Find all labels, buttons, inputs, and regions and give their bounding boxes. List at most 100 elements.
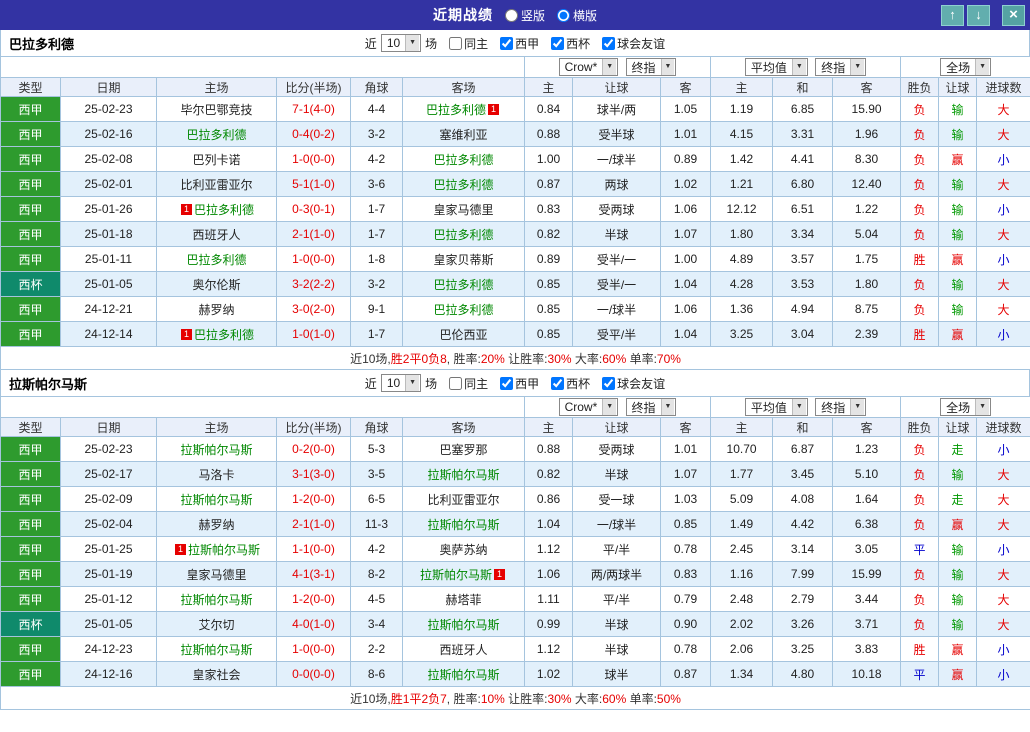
bookmaker-select[interactable]: Crow* ▼ <box>558 58 619 76</box>
filter-same-home[interactable]: 同主 <box>449 375 488 392</box>
home-team[interactable]: 巴拉多利德 <box>194 203 254 217</box>
away-team[interactable]: 拉斯帕尔马斯 <box>427 518 499 532</box>
same-home-checkbox[interactable] <box>449 376 463 390</box>
move-up-button[interactable]: ↑ <box>941 4 964 26</box>
laliga-checkbox[interactable] <box>500 36 514 50</box>
layout-radio-horizontal[interactable]: 横版 <box>557 7 597 24</box>
away-team[interactable]: 皇家马德里 <box>433 203 493 217</box>
layout-radio-vertical[interactable]: 竖版 <box>504 7 545 24</box>
home-team[interactable]: 巴拉多利德 <box>186 128 246 142</box>
match-date: 25-01-05 <box>60 611 157 637</box>
match-result: 负 <box>900 171 940 197</box>
asian-away-odds: 1.01 <box>659 436 712 462</box>
home-team[interactable]: 拉斯帕尔马斯 <box>180 593 252 607</box>
close-button[interactable]: × <box>1002 4 1025 26</box>
away-team[interactable]: 巴塞罗那 <box>439 443 487 457</box>
away-team[interactable]: 赫塔菲 <box>445 593 481 607</box>
move-down-button[interactable]: ↓ <box>967 4 990 26</box>
league-cell: 西甲 <box>0 171 61 197</box>
euro-home-odds: 1.49 <box>710 511 774 537</box>
away-team[interactable]: 皇家贝蒂斯 <box>433 253 493 267</box>
vertical-radio-input[interactable] <box>504 8 518 22</box>
asian-home-odds: 0.85 <box>524 271 573 297</box>
home-team[interactable]: 赫罗纳 <box>198 303 234 317</box>
euro-stage-select[interactable]: 终指 ▼ <box>815 58 867 76</box>
league-cell: 西甲 <box>0 511 61 537</box>
away-team[interactable]: 巴拉多利德 <box>433 303 493 317</box>
col-result: 胜负 <box>900 77 940 97</box>
filter-laliga[interactable]: 西甲 <box>500 35 539 52</box>
match-date: 25-02-04 <box>60 511 157 537</box>
away-team[interactable]: 塞维利亚 <box>439 128 487 142</box>
away-team[interactable]: 巴拉多利德 <box>433 153 493 167</box>
friendly-checkbox[interactable] <box>602 36 616 50</box>
euro-draw-odds: 7.99 <box>772 561 834 587</box>
euro-source-select[interactable]: 平均值 ▼ <box>744 398 808 416</box>
dropdown-arrow-icon: ▼ <box>791 59 806 75</box>
asian-stage-select[interactable]: 终指 ▼ <box>625 398 677 416</box>
home-team[interactable]: 皇家社会 <box>192 668 240 682</box>
away-team[interactable]: 巴拉多利德 <box>433 228 493 242</box>
euro-stage-select[interactable]: 终指 ▼ <box>815 398 867 416</box>
away-team[interactable]: 巴伦西亚 <box>439 328 487 342</box>
away-team[interactable]: 巴拉多利德 <box>433 178 493 192</box>
match-count-select[interactable]: 10 ▼ <box>380 34 422 52</box>
asian-home-odds: 0.85 <box>524 321 573 347</box>
league-cell: 西杯 <box>0 271 61 297</box>
same-home-checkbox[interactable] <box>449 36 463 50</box>
home-team[interactable]: 赫罗纳 <box>198 518 234 532</box>
laliga-checkbox[interactable] <box>500 376 514 390</box>
euro-source-select[interactable]: 平均值 ▼ <box>744 58 808 76</box>
home-team[interactable]: 拉斯帕尔马斯 <box>188 543 260 557</box>
league-cell: 西甲 <box>0 461 61 487</box>
home-team[interactable]: 拉斯帕尔马斯 <box>180 643 252 657</box>
filter-copa[interactable]: 西杯 <box>551 375 590 392</box>
home-team[interactable]: 艾尔切 <box>198 618 234 632</box>
horizontal-radio-input[interactable] <box>557 8 570 22</box>
home-team[interactable]: 西班牙人 <box>192 228 240 242</box>
home-team[interactable]: 马洛卡 <box>198 468 234 482</box>
home-team[interactable]: 巴列卡诺 <box>192 153 240 167</box>
scope-select[interactable]: 全场 ▼ <box>940 398 992 416</box>
filter-friendly[interactable]: 球会友谊 <box>602 35 665 52</box>
home-red-card-badge: 1 <box>180 328 192 340</box>
asian-handicap-line: 一/球半 <box>572 296 661 322</box>
away-team[interactable]: 巴拉多利德 <box>433 278 493 292</box>
friendly-checkbox[interactable] <box>602 376 616 390</box>
home-team[interactable]: 比利亚雷亚尔 <box>180 178 252 192</box>
filter-friendly[interactable]: 球会友谊 <box>602 375 665 392</box>
home-team[interactable]: 巴拉多利德 <box>186 253 246 267</box>
match-date: 25-01-18 <box>60 221 157 247</box>
corners: 8-2 <box>350 561 403 587</box>
asian-stage-select[interactable]: 终指 ▼ <box>625 58 677 76</box>
filter-same-home[interactable]: 同主 <box>449 35 488 52</box>
copa-checkbox[interactable] <box>551 376 565 390</box>
match-result: 平 <box>900 536 940 562</box>
home-team[interactable]: 拉斯帕尔马斯 <box>180 443 252 457</box>
away-team[interactable]: 比利亚雷亚尔 <box>427 493 499 507</box>
scope-select[interactable]: 全场 ▼ <box>940 58 992 76</box>
away-team[interactable]: 巴拉多利德 <box>426 103 486 117</box>
away-team[interactable]: 西班牙人 <box>439 643 487 657</box>
filter-laliga[interactable]: 西甲 <box>500 375 539 392</box>
away-team[interactable]: 奥萨苏纳 <box>439 543 487 557</box>
filter-copa[interactable]: 西杯 <box>551 35 590 52</box>
home-team[interactable]: 皇家马德里 <box>186 568 246 582</box>
titlebar-center: 近期战绩 竖版 横版 <box>0 5 1030 25</box>
home-team[interactable]: 拉斯帕尔马斯 <box>180 493 252 507</box>
asian-away-odds: 1.03 <box>659 486 712 512</box>
euro-away-odds: 1.80 <box>832 271 902 297</box>
away-team[interactable]: 拉斯帕尔马斯 <box>420 568 492 582</box>
home-team[interactable]: 奥尔伦斯 <box>192 278 240 292</box>
copa-checkbox[interactable] <box>551 36 565 50</box>
asian-home-odds: 1.02 <box>524 661 573 687</box>
away-team[interactable]: 拉斯帕尔马斯 <box>427 618 499 632</box>
asian-away-odds: 0.90 <box>659 611 712 637</box>
away-team[interactable]: 拉斯帕尔马斯 <box>427 468 499 482</box>
match-count-select[interactable]: 10 ▼ <box>380 374 422 392</box>
away-team[interactable]: 拉斯帕尔马斯 <box>427 668 499 682</box>
home-team[interactable]: 巴拉多利德 <box>194 328 254 342</box>
home-team[interactable]: 毕尔巴鄂竞技 <box>180 103 252 117</box>
euro-home-odds: 10.70 <box>710 436 774 462</box>
bookmaker-select[interactable]: Crow* ▼ <box>558 398 619 416</box>
